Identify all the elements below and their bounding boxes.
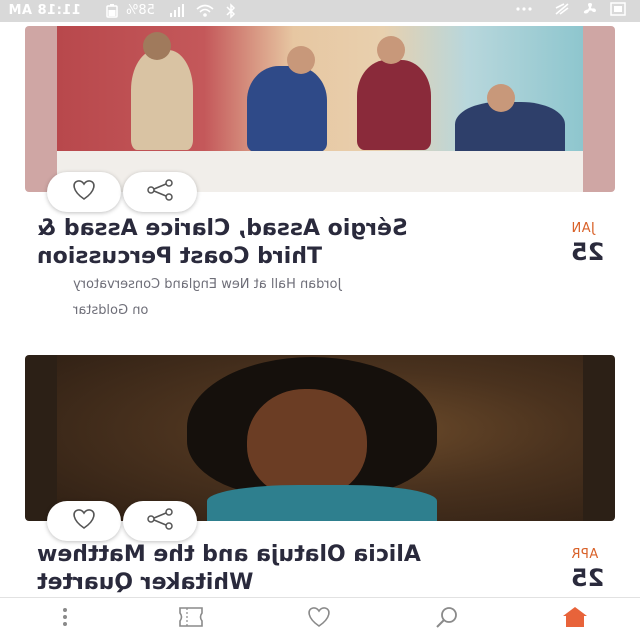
- heart-icon: [69, 507, 99, 535]
- event-card[interactable]: APR 25 Alicia Olatuja and the Matthew Wh…: [25, 355, 615, 595]
- more-icon: [516, 2, 532, 20]
- status-time: 11:18 AM: [8, 3, 81, 18]
- share-button[interactable]: [123, 172, 197, 212]
- bluetooth-icon: [226, 3, 236, 23]
- event-title-line2: Whitaker Quartet: [37, 570, 254, 595]
- event-date: APR 25: [571, 547, 615, 592]
- signal-icon: [170, 4, 186, 22]
- cast-icon: [554, 2, 570, 20]
- share-icon: [145, 507, 175, 535]
- event-photo: [57, 355, 583, 521]
- nav-search[interactable]: [432, 606, 462, 632]
- heart-icon: [304, 605, 334, 633]
- search-icon: [434, 605, 460, 633]
- nav-favorites[interactable]: [304, 606, 334, 632]
- share-icon: [145, 178, 175, 206]
- event-title-line1: Sérgio Assad, Clarice Assad &: [37, 216, 408, 241]
- status-bar: 11:18 AM 58%: [0, 0, 640, 22]
- event-title[interactable]: Alicia Olatuja and the Matthew Whitaker …: [37, 541, 557, 597]
- event-venue-line2: on Goldstar: [73, 303, 149, 318]
- event-title[interactable]: Sérgio Assad, Clarice Assad & Third Coas…: [37, 215, 557, 271]
- favorite-button[interactable]: [47, 172, 121, 212]
- event-venue: Jordan Hall at New England Conservatory …: [73, 272, 533, 324]
- event-card[interactable]: JAN 25 Sérgio Assad, Clarice Assad & Thi…: [25, 26, 615, 318]
- status-right-icons: [516, 2, 626, 20]
- nav-more[interactable]: [50, 606, 80, 632]
- status-battery: 58%: [126, 3, 155, 18]
- screenshot-icon: [610, 2, 626, 20]
- nav-tickets[interactable]: [176, 606, 206, 632]
- event-image[interactable]: [25, 355, 615, 521]
- event-venue-line1: Jordan Hall at New England Conservatory: [73, 277, 342, 292]
- event-title-line2: Third Coast Percussion: [37, 244, 322, 269]
- event-date: JAN 25: [571, 221, 615, 266]
- event-month: APR: [571, 547, 599, 562]
- home-icon: [560, 605, 590, 633]
- event-day: 25: [571, 564, 605, 592]
- share-button[interactable]: [123, 501, 197, 541]
- heart-icon: [69, 178, 99, 206]
- battery-icon: [106, 4, 118, 22]
- event-day: 25: [571, 238, 605, 266]
- event-month: JAN: [571, 221, 595, 236]
- tickets-icon: [177, 605, 205, 633]
- wifi-icon: [196, 4, 214, 22]
- favorite-button[interactable]: [47, 501, 121, 541]
- more-icon: [60, 606, 70, 632]
- event-image[interactable]: [25, 26, 615, 192]
- nav-home[interactable]: [560, 606, 590, 632]
- event-title-line1: Alicia Olatuja and the Matthew: [37, 542, 421, 567]
- fan-icon: [582, 2, 598, 20]
- bottom-nav: [0, 597, 640, 640]
- screen: 11:18 AM 58% JAN 25 Sérgio Assad, Claric…: [0, 0, 640, 640]
